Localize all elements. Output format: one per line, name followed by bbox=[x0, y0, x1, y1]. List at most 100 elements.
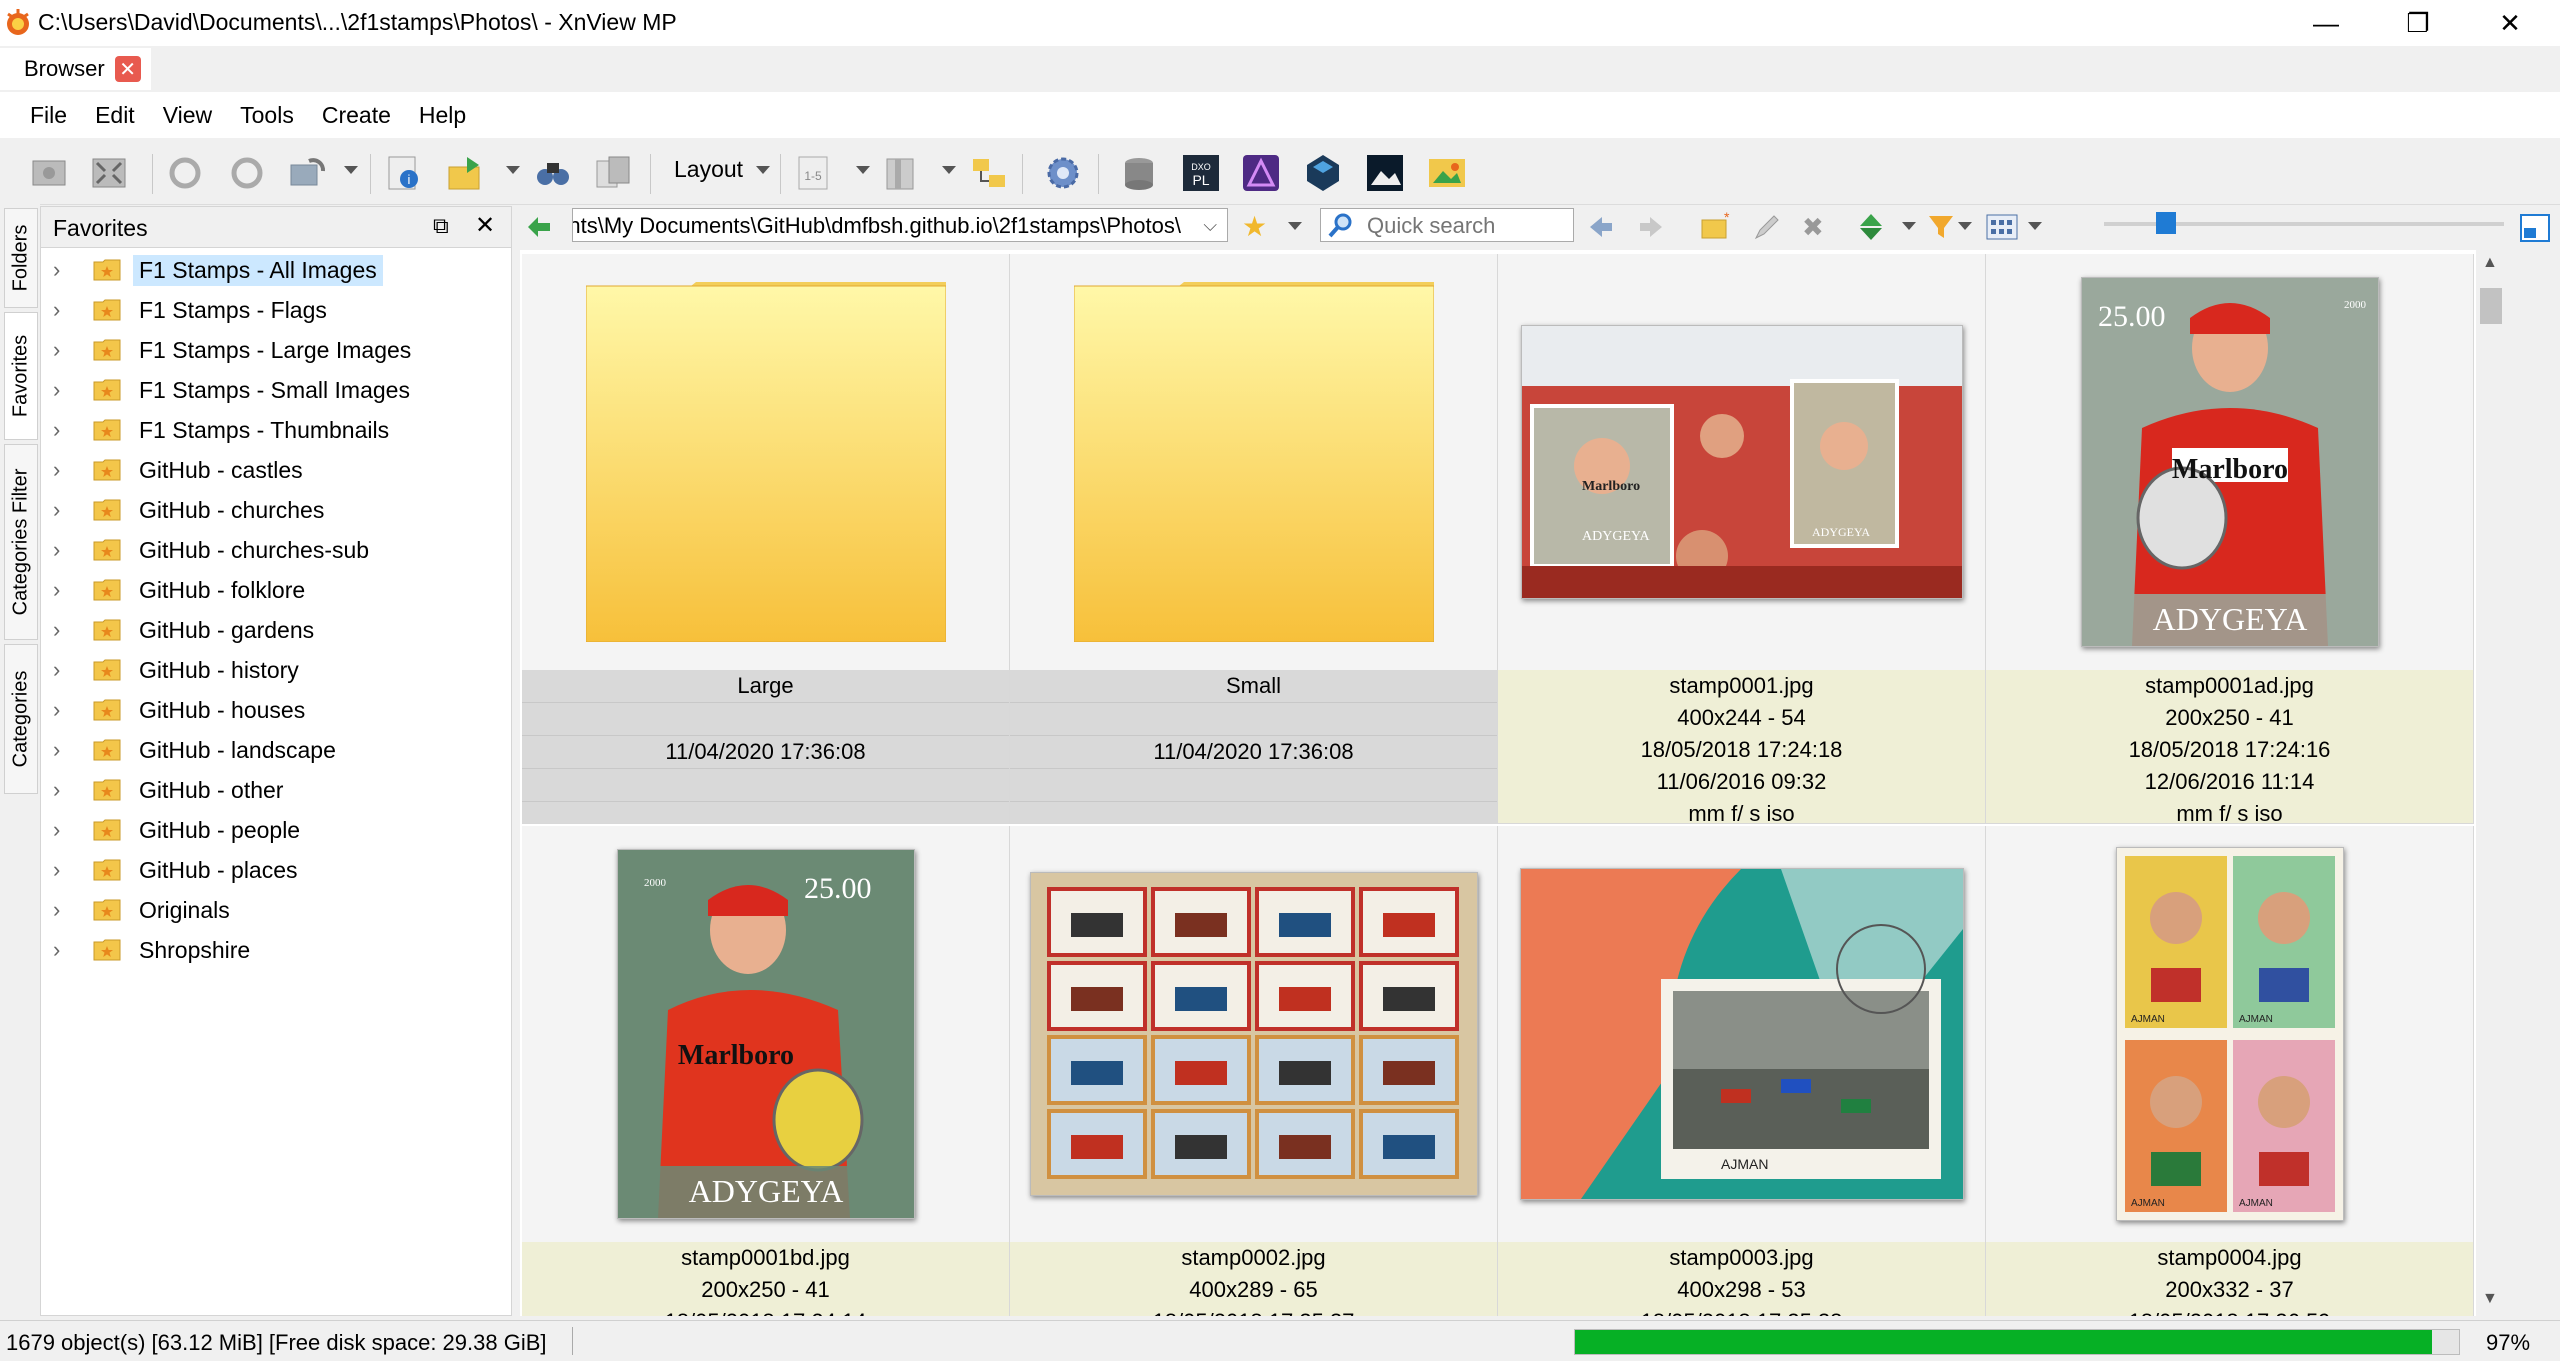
copy-move-icon[interactable] bbox=[966, 150, 1012, 196]
scroll-up-icon[interactable]: ▲ bbox=[2482, 254, 2498, 272]
vtab-categories-filter[interactable]: Categories Filter bbox=[4, 444, 38, 640]
favorites-item[interactable]: › F1 Stamps - All Images bbox=[41, 251, 511, 289]
chevron-down-icon[interactable]: ⌵ bbox=[1203, 215, 1217, 236]
expand-icon[interactable]: › bbox=[53, 657, 73, 683]
next-icon[interactable] bbox=[1636, 212, 1666, 247]
grid-cell-image[interactable]: AJMAN AJMAN AJMAN AJMAN stamp0004.jpg 20… bbox=[1986, 826, 2474, 1316]
batch-rename-icon[interactable]: 1-5 bbox=[792, 150, 838, 196]
grid-cell-image[interactable]: Marlboro 25.00 2000 ADYGEYA stamp0001bd.… bbox=[522, 826, 1010, 1316]
expand-icon[interactable]: › bbox=[53, 577, 73, 603]
close-button[interactable]: ✕ bbox=[2464, 0, 2556, 46]
favorites-item[interactable]: › GitHub - gardens bbox=[41, 611, 511, 649]
view-mode-icon[interactable] bbox=[1986, 212, 2018, 247]
back-up-icon[interactable] bbox=[524, 212, 554, 247]
quick-search[interactable] bbox=[1320, 208, 1574, 242]
rotate-left-icon[interactable] bbox=[162, 150, 208, 196]
undock-icon[interactable]: ⧉ bbox=[433, 213, 449, 239]
properties-icon[interactable]: i bbox=[380, 150, 426, 196]
menu-help[interactable]: Help bbox=[405, 102, 480, 129]
expand-icon[interactable]: › bbox=[53, 617, 73, 643]
vtab-folders[interactable]: Folders bbox=[4, 208, 38, 308]
new-folder-icon[interactable]: * bbox=[1700, 209, 1730, 247]
transform-icon[interactable] bbox=[284, 150, 330, 196]
compare-icon[interactable] bbox=[590, 150, 636, 196]
maximize-button[interactable]: ❐ bbox=[2372, 0, 2464, 46]
luminar-icon[interactable] bbox=[1300, 150, 1346, 196]
favorites-item[interactable]: › F1 Stamps - Flags bbox=[41, 291, 511, 329]
bookmarks-icon[interactable] bbox=[880, 150, 926, 196]
grid-cell-folder[interactable]: Large 11/04/2020 17:36:08 bbox=[522, 254, 1010, 835]
expand-icon[interactable]: › bbox=[53, 737, 73, 763]
delete-icon[interactable]: ✖ bbox=[1802, 212, 1824, 243]
export-icon[interactable] bbox=[442, 150, 488, 196]
export-dropdown-icon[interactable] bbox=[506, 166, 520, 174]
grid-cell-folder[interactable]: Small 11/04/2020 17:36:08 bbox=[1010, 254, 1498, 835]
vertical-scrollbar[interactable]: ▲ ▼ bbox=[2476, 250, 2506, 1316]
expand-icon[interactable]: › bbox=[53, 857, 73, 883]
star-icon[interactable]: ★ bbox=[1242, 210, 1267, 243]
image-editor-icon[interactable] bbox=[1424, 150, 1470, 196]
favorites-item[interactable]: › GitHub - castles bbox=[41, 451, 511, 489]
preview-toggle-icon[interactable] bbox=[2520, 214, 2550, 247]
batch-dropdown-icon[interactable] bbox=[856, 166, 870, 174]
slider-thumb[interactable] bbox=[2156, 212, 2176, 234]
expand-icon[interactable]: › bbox=[53, 297, 73, 323]
xnview-app-icon[interactable] bbox=[2, 6, 34, 38]
search-input[interactable] bbox=[1365, 212, 1569, 240]
catalog-icon[interactable] bbox=[1116, 150, 1162, 196]
expand-icon[interactable]: › bbox=[53, 777, 73, 803]
grid-cell-image[interactable]: ADYGEYA ADYGEYA Marlboro stamp0001.jpg 4… bbox=[1498, 254, 1986, 826]
favorites-item[interactable]: › F1 Stamps - Large Images bbox=[41, 331, 511, 369]
expand-icon[interactable]: › bbox=[53, 697, 73, 723]
favorites-item[interactable]: › GitHub - houses bbox=[41, 691, 511, 729]
grid-cell-image[interactable]: Marlboro 25.00 2000 ADYGEYA stamp0001ad.… bbox=[1986, 254, 2474, 826]
favorites-item[interactable]: › GitHub - landscape bbox=[41, 731, 511, 769]
settings-icon[interactable] bbox=[1040, 150, 1086, 196]
scrollbar-thumb[interactable] bbox=[2480, 288, 2502, 324]
expand-icon[interactable]: › bbox=[53, 457, 73, 483]
favorites-item[interactable]: › GitHub - churches bbox=[41, 491, 511, 529]
favorites-item[interactable]: › F1 Stamps - Thumbnails bbox=[41, 411, 511, 449]
expand-icon[interactable]: › bbox=[53, 337, 73, 363]
dxo-photolab-icon[interactable]: DXO PL bbox=[1178, 150, 1224, 196]
photo-viewer-icon[interactable] bbox=[1362, 150, 1408, 196]
favorites-item[interactable]: › Shropshire bbox=[41, 931, 511, 969]
fullscreen-icon[interactable] bbox=[26, 150, 72, 196]
tab-close-icon[interactable]: ✕ bbox=[114, 56, 141, 82]
favorites-dropdown-icon[interactable] bbox=[1288, 222, 1302, 230]
menu-tools[interactable]: Tools bbox=[226, 102, 308, 129]
menu-create[interactable]: Create bbox=[308, 102, 405, 129]
expand-icon[interactable]: › bbox=[53, 417, 73, 443]
favorites-item[interactable]: › GitHub - people bbox=[41, 811, 511, 849]
favorites-item[interactable]: › F1 Stamps - Small Images bbox=[41, 371, 511, 409]
expand-icon[interactable]: › bbox=[53, 817, 73, 843]
favorites-item[interactable]: › GitHub - folklore bbox=[41, 571, 511, 609]
panel-close-icon[interactable]: ✕ bbox=[475, 211, 495, 240]
expand-icon[interactable]: › bbox=[53, 377, 73, 403]
prev-icon[interactable] bbox=[1586, 212, 1616, 247]
rotate-right-icon[interactable] bbox=[224, 150, 270, 196]
expand-icon[interactable]: › bbox=[53, 257, 73, 283]
menu-view[interactable]: View bbox=[149, 102, 226, 129]
edit-icon[interactable] bbox=[1752, 212, 1782, 247]
view-mode-dropdown-icon[interactable] bbox=[2028, 222, 2042, 230]
tab-browser[interactable]: Browser ✕ bbox=[0, 48, 151, 90]
grid-cell-image[interactable]: stamp0002.jpg 400x289 - 65 18/05/2018 17… bbox=[1010, 826, 1498, 1316]
expand-icon[interactable]: › bbox=[53, 537, 73, 563]
favorites-item[interactable]: › GitHub - history bbox=[41, 651, 511, 689]
layout-button[interactable]: Layout bbox=[674, 156, 743, 183]
affinity-photo-icon[interactable] bbox=[1238, 150, 1284, 196]
favorites-item[interactable]: › GitHub - places bbox=[41, 851, 511, 889]
minimize-button[interactable]: — bbox=[2280, 0, 2372, 46]
fit-icon[interactable] bbox=[86, 150, 132, 196]
expand-icon[interactable]: › bbox=[53, 497, 73, 523]
menu-file[interactable]: File bbox=[16, 102, 81, 129]
address-bar[interactable]: nts\My Documents\GitHub\dmfbsh.github.io… bbox=[572, 208, 1228, 242]
transform-dropdown-icon[interactable] bbox=[344, 166, 358, 174]
filter-dropdown-icon[interactable] bbox=[1958, 222, 1972, 230]
grid-cell-image[interactable]: AJMAN stamp0003.jpg 400x298 - 53 18/05/2… bbox=[1498, 826, 1986, 1316]
expand-icon[interactable]: › bbox=[53, 897, 73, 923]
favorites-item[interactable]: › Originals bbox=[41, 891, 511, 929]
favorites-item[interactable]: › GitHub - other bbox=[41, 771, 511, 809]
sort-dropdown-icon[interactable] bbox=[1902, 222, 1916, 230]
